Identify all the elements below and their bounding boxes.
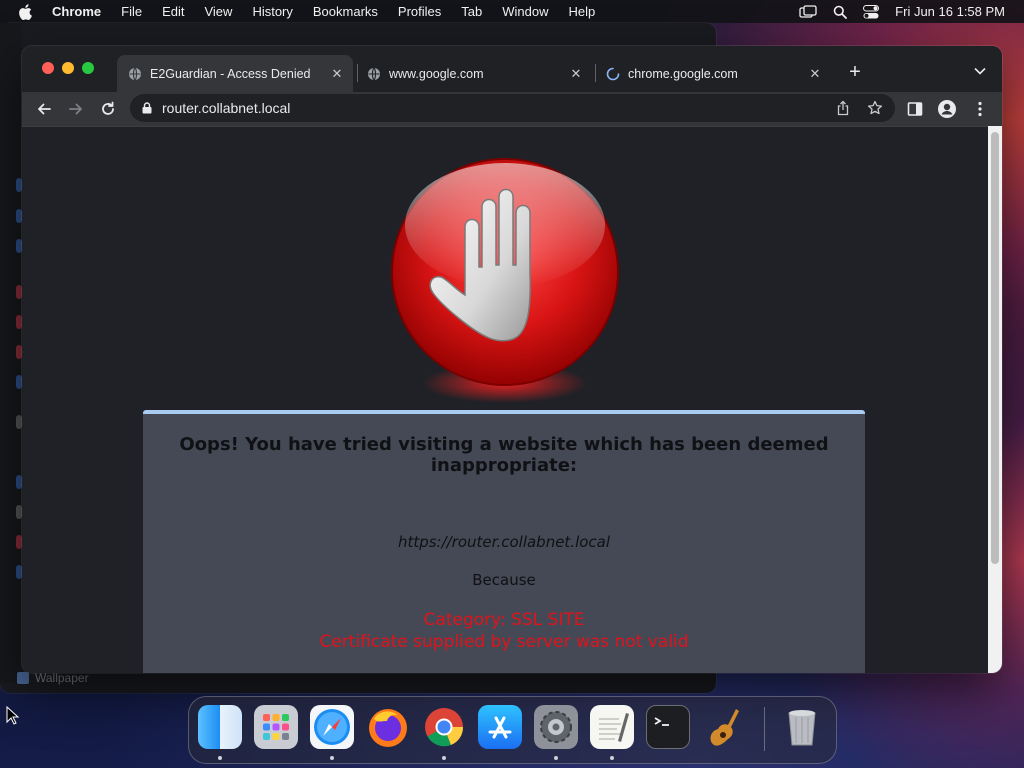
terminal-icon[interactable] (646, 705, 690, 749)
tab-close-icon[interactable]: ✕ (807, 66, 823, 82)
app-store-icon[interactable] (478, 705, 522, 749)
lock-icon[interactable] (142, 102, 152, 114)
menu-bookmarks[interactable]: Bookmarks (313, 4, 378, 19)
spotlight-search-icon[interactable] (833, 5, 848, 19)
textedit-icon[interactable] (590, 705, 634, 749)
access-denied-panel: Oops! You have tried visiting a website … (143, 410, 865, 673)
because-label: Because (472, 571, 536, 589)
profile-avatar-icon[interactable] (935, 97, 959, 121)
forward-arrow-icon[interactable] (64, 97, 88, 121)
new-tab-icon[interactable]: + (844, 61, 866, 83)
menu-bar: Chrome File Edit View History Bookmarks … (0, 0, 1024, 23)
launchpad-icon[interactable] (254, 705, 298, 749)
firefox-icon[interactable] (366, 705, 410, 749)
tab-google[interactable]: www.google.com ✕ (356, 55, 592, 92)
menu-view[interactable]: View (204, 4, 232, 19)
dock (188, 696, 837, 764)
window-close-button[interactable] (42, 62, 54, 74)
share-icon[interactable] (833, 98, 853, 118)
menu-tab[interactable]: Tab (461, 4, 482, 19)
wallpaper-label: Wallpaper (35, 671, 89, 685)
running-indicator (610, 756, 614, 760)
tab-close-icon[interactable]: ✕ (329, 66, 345, 82)
wallpaper-sidebar-item[interactable]: Wallpaper (17, 671, 89, 685)
chrome-icon[interactable] (422, 705, 466, 749)
window-minimize-button[interactable] (62, 62, 74, 74)
mouse-cursor-icon (6, 706, 20, 725)
address-url: router.collabnet.local (162, 100, 291, 116)
address-bar[interactable]: router.collabnet.local (130, 94, 895, 122)
menu-profiles[interactable]: Profiles (398, 4, 441, 19)
loading-spinner-icon (606, 67, 620, 81)
tab-strip: E2Guardian - Access Denied ✕ www.google.… (22, 46, 1002, 92)
block-reason: Certificate supplied by server was not v… (319, 632, 689, 652)
menu-history[interactable]: History (252, 4, 292, 19)
running-indicator (442, 756, 446, 760)
menu-help[interactable]: Help (569, 4, 596, 19)
menu-file[interactable]: File (121, 4, 142, 19)
side-panel-icon[interactable] (903, 97, 927, 121)
running-indicator (218, 756, 222, 760)
garageband-icon[interactable] (702, 705, 746, 749)
menu-window[interactable]: Window (502, 4, 548, 19)
tab-title: www.google.com (389, 66, 484, 81)
block-category: Category: SSL SITE (423, 610, 585, 630)
control-center-icon[interactable] (863, 4, 880, 19)
tab-search-chevron-icon[interactable] (970, 61, 990, 81)
globe-icon (128, 67, 142, 81)
apple-menu-icon[interactable] (18, 3, 34, 20)
tab-title: chrome.google.com (628, 66, 738, 81)
running-indicator (330, 756, 334, 760)
bookmark-star-icon[interactable] (865, 98, 885, 118)
tab-chrome-google[interactable]: chrome.google.com ✕ (595, 55, 831, 92)
trash-icon[interactable] (780, 705, 824, 749)
globe-icon (367, 67, 381, 81)
dock-separator (764, 707, 765, 751)
more-menu-icon[interactable] (968, 97, 992, 121)
tab-close-icon[interactable]: ✕ (568, 66, 584, 82)
settings-icon[interactable] (534, 705, 578, 749)
finder-icon[interactable] (198, 705, 242, 749)
blocked-url: https://router.collabnet.local (397, 533, 611, 551)
back-arrow-icon[interactable] (32, 97, 56, 121)
browser-toolbar: router.collabnet.local (22, 92, 1002, 126)
tab-title: E2Guardian - Access Denied (150, 66, 311, 81)
page-title: Oops! You have tried visiting a website … (179, 434, 829, 476)
tab-e2guardian[interactable]: E2Guardian - Access Denied ✕ (117, 55, 353, 92)
reload-icon[interactable] (96, 97, 120, 121)
background-window-sidebar (0, 23, 22, 683)
safari-icon[interactable] (310, 705, 354, 749)
wallpaper-icon (17, 672, 29, 684)
page-viewport: Oops! You have tried visiting a website … (22, 126, 988, 673)
running-indicator (554, 756, 558, 760)
scrollbar-thumb[interactable] (991, 132, 999, 564)
menubar-clock[interactable]: Fri Jun 16 1:58 PM (895, 4, 1005, 19)
stop-hand-icon (391, 158, 619, 403)
menu-app-name[interactable]: Chrome (52, 4, 101, 19)
menu-edit[interactable]: Edit (162, 4, 184, 19)
window-zoom-button[interactable] (82, 62, 94, 74)
chrome-window: E2Guardian - Access Denied ✕ www.google.… (22, 46, 1002, 673)
screen-mirroring-icon[interactable] (799, 4, 817, 19)
menubar-status-area: Fri Jun 16 1:58 PM (799, 0, 1024, 23)
page-scrollbar[interactable] (988, 126, 1002, 673)
